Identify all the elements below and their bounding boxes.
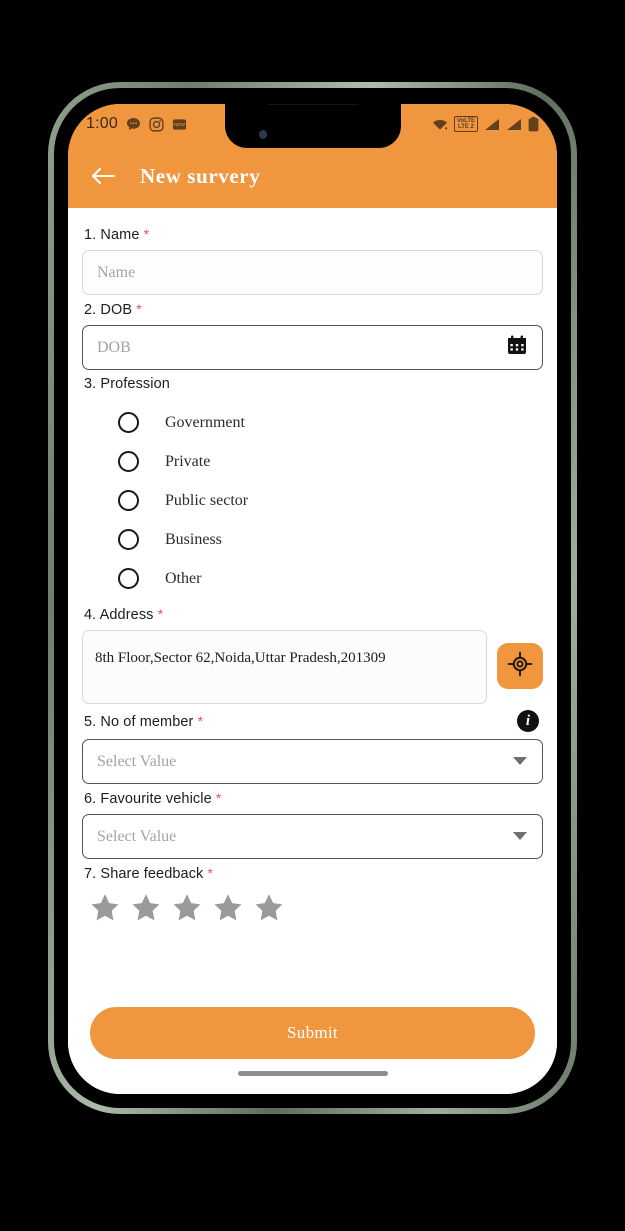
field-profession: 3. Profession Government Private Public …	[82, 376, 543, 600]
info-icon[interactable]: i	[517, 710, 539, 732]
earpiece-speaker	[264, 104, 361, 105]
dob-input[interactable]: DOB	[82, 325, 543, 370]
notification-icon: NEW	[172, 117, 187, 132]
dob-input-placeholder: DOB	[97, 338, 131, 356]
favourite-vehicle-placeholder: Select Value	[97, 827, 177, 845]
battery-icon	[528, 116, 539, 132]
star-icon-4[interactable]	[211, 891, 245, 925]
radio-option-public-sector[interactable]: Public sector	[118, 481, 543, 520]
radio-option-private[interactable]: Private	[118, 442, 543, 481]
required-asterisk: *	[207, 865, 214, 881]
rating-stars	[82, 889, 543, 925]
required-asterisk: *	[197, 712, 204, 729]
lte-label: LTE 2	[458, 124, 474, 130]
radio-circle-icon[interactable]	[118, 568, 139, 589]
field-no-of-member-label: 5. No of member * i	[84, 710, 543, 732]
name-input[interactable]: Name	[82, 250, 543, 295]
radio-label: Public sector	[165, 491, 249, 509]
field-share-feedback-label-text: 7. Share feedback	[84, 866, 204, 882]
required-asterisk: *	[157, 606, 164, 622]
required-asterisk: *	[136, 301, 142, 317]
status-bar-right: VoLTE LTE 2	[432, 116, 541, 132]
field-profession-label: 3. Profession	[84, 376, 543, 392]
chevron-down-icon[interactable]	[512, 753, 528, 771]
page-title: New survery	[140, 163, 261, 188]
radio-label: Government	[165, 413, 245, 431]
field-name-label: 1. Name *	[84, 226, 543, 243]
no-of-member-placeholder: Select Value	[97, 752, 177, 770]
status-bar-left: 1:00 NEW	[86, 115, 187, 133]
field-name-label-text: 1. Name	[84, 227, 140, 243]
radio-circle-icon[interactable]	[118, 451, 139, 472]
submit-button[interactable]: Submit	[90, 1007, 535, 1059]
field-address-label-text: 4. Address	[84, 607, 154, 623]
radio-circle-icon[interactable]	[118, 412, 139, 433]
favourite-vehicle-select[interactable]: Select Value	[82, 814, 543, 859]
field-name: 1. Name * Name	[82, 226, 543, 295]
radio-label: Other	[165, 569, 202, 587]
field-no-of-member-label-text: 5. No of member	[84, 713, 194, 730]
field-no-of-member: 5. No of member * i Select Value	[82, 710, 543, 784]
star-icon-1[interactable]	[88, 891, 122, 925]
field-share-feedback-label: 7. Share feedback *	[84, 865, 543, 882]
signal-icon-1	[484, 118, 500, 131]
field-favourite-vehicle: 6. Favourite vehicle * Select Value	[82, 790, 543, 859]
app-bar: New survery	[68, 144, 557, 208]
radio-option-other[interactable]: Other	[118, 559, 543, 598]
field-address-label: 4. Address *	[84, 606, 543, 623]
name-input-placeholder: Name	[97, 263, 136, 281]
profession-radio-group: Government Private Public sector Busines…	[82, 399, 543, 600]
required-asterisk: *	[143, 226, 150, 242]
home-indicator[interactable]	[237, 1071, 388, 1076]
star-icon-5[interactable]	[252, 891, 286, 925]
radio-label: Private	[165, 452, 211, 470]
field-profession-label-text: 3. Profession	[84, 376, 170, 392]
radio-circle-icon[interactable]	[118, 490, 139, 511]
display-notch	[224, 104, 401, 148]
volte-icon: VoLTE LTE 2	[453, 116, 478, 132]
field-address: 4. Address * 8th Floor,Sector 62,Noida,U…	[82, 606, 543, 704]
field-no-of-member-label-wrap: 5. No of member *	[84, 713, 203, 730]
messages-icon	[126, 117, 141, 132]
signal-icon-2	[506, 118, 522, 131]
instagram-icon	[149, 116, 164, 132]
field-dob: 2. DOB * DOB	[82, 301, 543, 370]
radio-option-government[interactable]: Government	[118, 403, 543, 442]
svg-text:NEW: NEW	[174, 122, 185, 127]
no-of-member-select[interactable]: Select Value	[82, 739, 543, 784]
calendar-icon[interactable]	[506, 334, 528, 361]
chevron-down-icon[interactable]	[512, 828, 528, 846]
star-icon-3[interactable]	[170, 891, 204, 925]
phone-screen: 1:00 NEW VoLTE LTE 2 New survery 1. Name…	[68, 104, 557, 1094]
radio-label: Business	[165, 530, 222, 548]
star-icon-2[interactable]	[129, 891, 163, 925]
address-row: 8th Floor,Sector 62,Noida,Uttar Pradesh,…	[82, 630, 543, 704]
field-favourite-vehicle-label-text: 6. Favourite vehicle	[84, 791, 212, 807]
phone-bezel: 1:00 NEW VoLTE LTE 2 New survery 1. Name…	[54, 88, 571, 1108]
submit-area: Submit	[68, 997, 557, 1094]
front-camera	[258, 130, 267, 139]
radio-circle-icon[interactable]	[118, 529, 139, 550]
gps-locate-button[interactable]	[497, 643, 543, 689]
address-textarea[interactable]: 8th Floor,Sector 62,Noida,Uttar Pradesh,…	[82, 630, 487, 704]
required-asterisk: *	[215, 790, 222, 806]
phone-frame: 1:00 NEW VoLTE LTE 2 New survery 1. Name…	[48, 82, 577, 1114]
back-arrow-icon[interactable]	[90, 166, 116, 186]
field-dob-label-text: 2. DOB	[84, 302, 133, 318]
radio-option-business[interactable]: Business	[118, 520, 543, 559]
field-share-feedback: 7. Share feedback *	[82, 865, 543, 925]
field-dob-label: 2. DOB *	[84, 301, 543, 318]
wifi-icon	[432, 118, 448, 131]
survey-form: 1. Name * Name 2. DOB * DOB 3. Professio…	[68, 208, 557, 997]
status-time: 1:00	[86, 115, 118, 132]
field-favourite-vehicle-label: 6. Favourite vehicle *	[84, 790, 543, 807]
gps-locate-icon	[507, 651, 533, 682]
